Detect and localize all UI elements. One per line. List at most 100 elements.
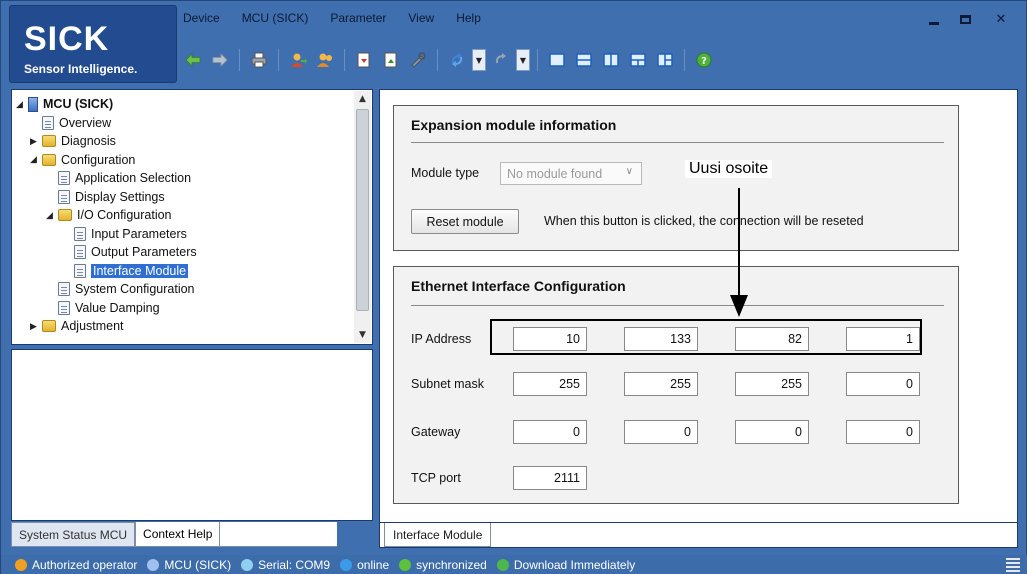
ip-address-label: IP Address (411, 332, 472, 346)
toolbar-separator (537, 49, 538, 71)
tree-item[interactable]: ▶ Adjustment (30, 317, 124, 335)
sync-dropdown[interactable]: ▼ (472, 49, 486, 71)
layout-single-icon[interactable] (545, 48, 569, 72)
user-login-icon[interactable] (286, 48, 310, 72)
sync-disabled-dropdown[interactable]: ▼ (516, 49, 530, 71)
callout-label: Uusi osoite (685, 160, 773, 178)
module-type-select[interactable]: No module found ∨ (500, 162, 642, 185)
tree-item[interactable]: ▶ Diagnosis (30, 132, 116, 150)
gateway-octet-2[interactable]: 0 (624, 420, 698, 444)
tree-item[interactable]: ◢ I/O Configuration (46, 206, 172, 224)
download-icon (496, 559, 509, 571)
scroll-down-icon[interactable]: ▼ (354, 327, 371, 343)
collapse-arrow-icon[interactable]: ◢ (16, 99, 28, 110)
tab-context-help[interactable]: Context Help (135, 522, 221, 547)
document-icon (74, 245, 86, 259)
close-button[interactable]: ✕ (982, 7, 1020, 31)
write-icon[interactable] (379, 48, 403, 72)
menu-mcu[interactable]: MCU (SICK) (240, 9, 311, 31)
tree-item[interactable]: ◢ Configuration (30, 151, 135, 169)
reset-module-button[interactable]: Reset module (411, 209, 519, 234)
tree-item[interactable]: ◢ MCU (SICK) (16, 95, 113, 113)
user-logout-icon[interactable] (313, 48, 337, 72)
tree-item-label: Diagnosis (61, 134, 116, 148)
help-icon[interactable]: ? (692, 48, 716, 72)
tree-item-label: Configuration (61, 152, 136, 167)
collapse-arrow-icon[interactable]: ◢ (46, 210, 58, 221)
interface-module-page: Expansion module information Module type… (379, 89, 1018, 523)
gateway-octet-4[interactable]: 0 (846, 420, 920, 444)
expand-arrow-icon[interactable]: ▶ (30, 136, 42, 147)
menu-help[interactable]: Help (454, 9, 483, 31)
document-icon (58, 282, 70, 296)
tree-item-label: Adjustment (61, 319, 124, 333)
folder-icon (42, 135, 56, 147)
tree-item-label: Value Damping (75, 300, 160, 315)
layout-horizontal-icon[interactable] (572, 48, 596, 72)
folder-icon (42, 320, 56, 332)
status-item: online (340, 558, 389, 572)
tcp-port-input[interactable]: 2111 (513, 466, 587, 490)
document-icon (42, 115, 54, 130)
sync-disabled-icon[interactable] (489, 48, 513, 72)
back-arrow-icon[interactable] (181, 48, 205, 72)
device-icon (147, 559, 160, 571)
user-icon (15, 559, 27, 571)
status-item: Serial: COM9 (241, 558, 330, 572)
sync-icon[interactable] (445, 48, 469, 72)
tree-item[interactable]: Value Damping (46, 299, 160, 317)
brand-tagline: Sensor Intelligence. (24, 62, 138, 76)
status-text: Serial: COM9 (258, 558, 331, 572)
subnet-octet-2[interactable]: 255 (624, 372, 698, 396)
tree-item[interactable]: Output Parameters (62, 243, 197, 261)
menu-device[interactable]: Device (181, 9, 222, 31)
tree-item-label: System Configuration (75, 282, 195, 296)
tree-item[interactable]: Overview (30, 114, 111, 132)
tab-system-status-mcu[interactable]: System Status MCU (11, 522, 136, 547)
subnet-octet-3[interactable]: 255 (735, 372, 809, 396)
status-bar: Authorized operator MCU (SICK) Serial: COM… (1, 555, 1027, 574)
ethernet-config-group: Ethernet Interface Configuration IP Addr… (393, 266, 959, 504)
tree-scrollbar[interactable]: ▲ ▼ (354, 91, 371, 343)
tree-item[interactable]: System Configuration (46, 280, 195, 298)
group-divider (411, 305, 944, 306)
forward-arrow-icon[interactable] (208, 48, 232, 72)
menu-bar: Device MCU (SICK) Parameter View Help (181, 9, 483, 31)
tree-item[interactable]: Input Parameters (62, 225, 187, 243)
print-icon[interactable] (247, 48, 271, 72)
gateway-octet-1[interactable]: 0 (513, 420, 587, 444)
collapse-arrow-icon[interactable]: ◢ (30, 154, 42, 165)
folder-icon (42, 153, 56, 166)
menu-parameter[interactable]: Parameter (328, 9, 388, 31)
layout-split-icon[interactable] (626, 48, 650, 72)
tools-icon[interactable] (406, 48, 430, 72)
read-icon[interactable] (352, 48, 376, 72)
expand-arrow-icon[interactable]: ▶ (30, 321, 42, 332)
gateway-octet-3[interactable]: 0 (735, 420, 809, 444)
callout-arrow-head (730, 295, 748, 317)
folder-icon (58, 209, 72, 221)
tree-item[interactable]: Display Settings (46, 188, 165, 206)
tree-item[interactable]: Application Selection (46, 169, 191, 187)
scroll-up-icon[interactable]: ▲ (354, 91, 371, 107)
gateway-label: Gateway (411, 425, 461, 439)
document-icon (74, 226, 86, 241)
status-menu-icon[interactable] (1006, 558, 1020, 572)
subnet-mask-label: Subnet mask (411, 377, 484, 391)
scroll-thumb[interactable] (356, 109, 369, 311)
expansion-module-title: Expansion module information (411, 117, 617, 133)
tree-item-label: I/O Configuration (77, 208, 172, 222)
status-item: Authorized operator (15, 558, 137, 572)
subnet-octet-4[interactable]: 0 (846, 372, 920, 396)
tree-item[interactable]: Interface Module (62, 262, 189, 280)
layout-vertical-icon[interactable] (599, 48, 623, 72)
toolbar: ▼ ▼ ? (181, 45, 716, 75)
maximize-button[interactable] (951, 7, 979, 31)
layout-quad-icon[interactable] (653, 48, 677, 72)
subnet-octet-1[interactable]: 255 (513, 372, 587, 396)
menu-view[interactable]: View (406, 9, 436, 31)
status-text: synchronized (416, 558, 487, 572)
minimize-button[interactable] (920, 7, 948, 31)
ip-address-highlight-box (490, 319, 922, 355)
tab-interface-module[interactable]: Interface Module (384, 523, 492, 547)
